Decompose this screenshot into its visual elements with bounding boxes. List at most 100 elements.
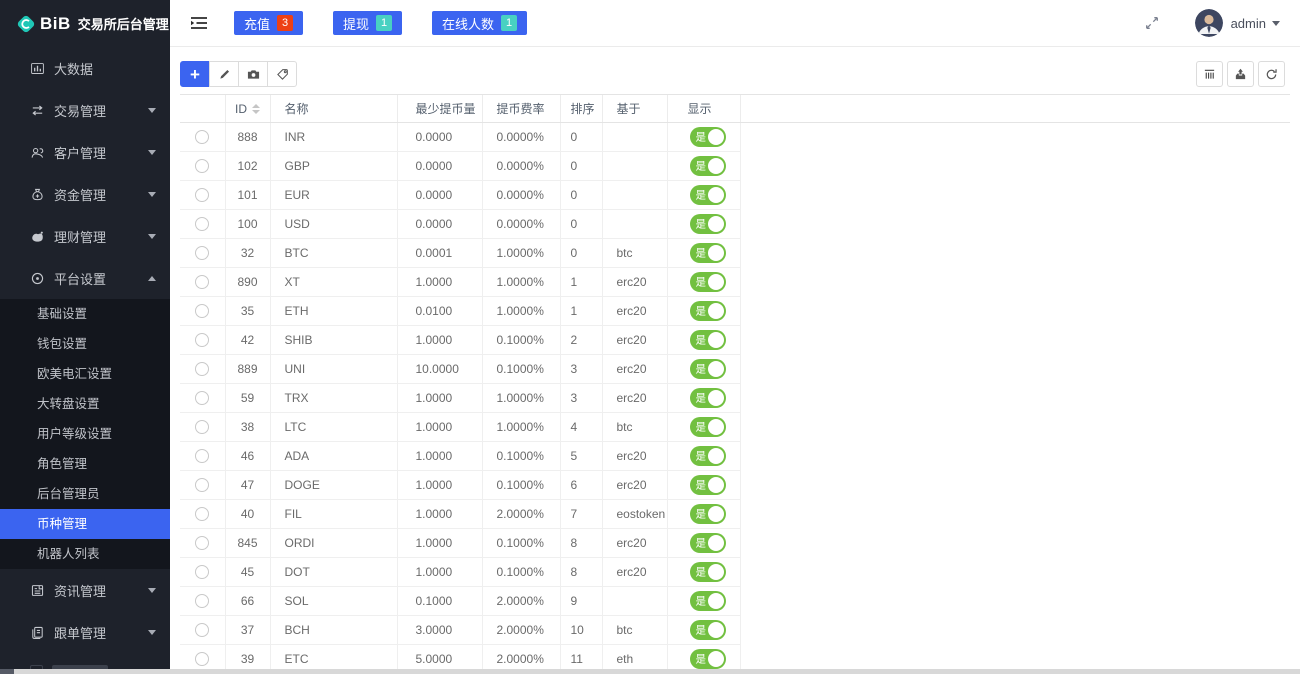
sidebar-item[interactable]: 资金管理 [0, 173, 170, 215]
display-toggle[interactable]: 是 [690, 562, 726, 582]
sidebar-subitem[interactable]: 用户等级设置 [0, 419, 170, 449]
display-toggle[interactable]: 是 [690, 475, 726, 495]
row-radio[interactable] [195, 565, 209, 579]
table-row[interactable]: 32 BTC 0.0001 1.0000% 0 btc 是 [180, 239, 1290, 268]
sidebar-item[interactable]: 大数据 [0, 47, 170, 89]
sidebar-item[interactable]: 交易管理 [0, 89, 170, 131]
display-toggle[interactable]: 是 [690, 388, 726, 408]
display-toggle[interactable]: 是 [690, 533, 726, 553]
display-toggle[interactable]: 是 [690, 127, 726, 147]
table-row[interactable]: 100 USD 0.0000 0.0000% 0 是 [180, 210, 1290, 239]
table-row[interactable]: 38 LTC 1.0000 1.0000% 4 btc 是 [180, 413, 1290, 442]
row-radio[interactable] [195, 217, 209, 231]
table-row[interactable]: 888 INR 0.0000 0.0000% 0 是 [180, 123, 1290, 152]
table-row[interactable]: 59 TRX 1.0000 1.0000% 3 erc20 是 [180, 384, 1290, 413]
edit-button[interactable] [209, 61, 239, 87]
cell-sort: 0 [560, 152, 602, 181]
table-row[interactable]: 47 DOGE 1.0000 0.1000% 6 erc20 是 [180, 471, 1290, 500]
row-radio[interactable] [195, 304, 209, 318]
topbar-button[interactable]: 充值3 [234, 11, 303, 35]
sidebar: BiB 交易所后台管理 大数据交易管理客户管理资金管理理财管理平台设置基础设置钱… [0, 0, 170, 674]
row-radio[interactable] [195, 333, 209, 347]
sidebar-item[interactable]: 客户管理 [0, 131, 170, 173]
export-button[interactable] [1227, 61, 1254, 87]
topbar-button[interactable]: 提现1 [333, 11, 402, 35]
table-row[interactable]: 845 ORDI 1.0000 0.1000% 8 erc20 是 [180, 529, 1290, 558]
table-row[interactable]: 37 BCH 3.0000 2.0000% 10 btc 是 [180, 616, 1290, 645]
row-radio[interactable] [195, 623, 209, 637]
display-toggle[interactable]: 是 [690, 446, 726, 466]
sidebar-item[interactable]: 平台设置 [0, 257, 170, 299]
sidebar-item[interactable]: 理财管理 [0, 215, 170, 257]
row-radio[interactable] [195, 275, 209, 289]
row-radio[interactable] [195, 420, 209, 434]
table-row[interactable]: 42 SHIB 1.0000 0.1000% 2 erc20 是 [180, 326, 1290, 355]
table-row[interactable]: 46 ADA 1.0000 0.1000% 5 erc20 是 [180, 442, 1290, 471]
horizontal-scrollbar[interactable] [0, 669, 1300, 674]
count-badge: 1 [376, 15, 392, 31]
fullscreen-icon[interactable] [1145, 16, 1159, 30]
user-chevron-down-icon[interactable] [1272, 21, 1280, 26]
topbar-button[interactable]: 在线人数1 [432, 11, 527, 35]
collapse-menu-icon[interactable] [190, 16, 208, 30]
refresh-button[interactable] [1258, 61, 1285, 87]
row-radio[interactable] [195, 449, 209, 463]
sidebar-item[interactable]: 资讯管理 [0, 569, 170, 611]
row-radio[interactable] [195, 507, 209, 521]
toggle-on-label: 是 [696, 362, 707, 377]
camera-button[interactable] [238, 61, 268, 87]
table-row[interactable]: 890 XT 1.0000 1.0000% 1 erc20 是 [180, 268, 1290, 297]
table-row[interactable]: 102 GBP 0.0000 0.0000% 0 是 [180, 152, 1290, 181]
display-toggle[interactable]: 是 [690, 620, 726, 640]
display-toggle[interactable]: 是 [690, 156, 726, 176]
row-radio[interactable] [195, 246, 209, 260]
display-toggle[interactable]: 是 [690, 243, 726, 263]
sidebar-subitem[interactable]: 后台管理员 [0, 479, 170, 509]
row-radio[interactable] [195, 536, 209, 550]
columns-button[interactable] [1196, 61, 1223, 87]
row-radio[interactable] [195, 478, 209, 492]
sidebar-subitem[interactable]: 基础设置 [0, 299, 170, 329]
display-toggle[interactable]: 是 [690, 504, 726, 524]
user-name[interactable]: admin [1231, 16, 1266, 31]
cell-fee: 0.0000% [482, 210, 560, 239]
row-radio[interactable] [195, 594, 209, 608]
column-header-id[interactable]: ID [225, 95, 270, 123]
display-toggle[interactable]: 是 [690, 185, 726, 205]
sidebar-subitem[interactable]: 欧美电汇设置 [0, 359, 170, 389]
table-row[interactable]: 45 DOT 1.0000 0.1000% 8 erc20 是 [180, 558, 1290, 587]
row-radio[interactable] [195, 362, 209, 376]
display-toggle[interactable]: 是 [690, 301, 726, 321]
display-toggle[interactable]: 是 [690, 272, 726, 292]
table-row[interactable]: 101 EUR 0.0000 0.0000% 0 是 [180, 181, 1290, 210]
sidebar-subitem[interactable]: 角色管理 [0, 449, 170, 479]
sidebar-subitem[interactable]: 机器人列表 [0, 539, 170, 569]
display-toggle[interactable]: 是 [690, 214, 726, 234]
cell-filler [740, 123, 1290, 152]
row-radio[interactable] [195, 188, 209, 202]
sidebar-subitem[interactable]: 大转盘设置 [0, 389, 170, 419]
add-button[interactable]: + [180, 61, 210, 87]
row-radio[interactable] [195, 130, 209, 144]
display-toggle[interactable]: 是 [690, 359, 726, 379]
tag-button[interactable] [267, 61, 297, 87]
sidebar-item[interactable]: 跟单管理 [0, 611, 170, 653]
sidebar-subitem-active[interactable]: 币种管理 [0, 509, 170, 539]
avatar[interactable] [1195, 9, 1223, 37]
table-row[interactable]: 35 ETH 0.0100 1.0000% 1 erc20 是 [180, 297, 1290, 326]
scrollbar-thumb[interactable] [0, 669, 14, 674]
row-radio[interactable] [195, 391, 209, 405]
display-toggle[interactable]: 是 [690, 417, 726, 437]
table-row[interactable]: 889 UNI 10.0000 0.1000% 3 erc20 是 [180, 355, 1290, 384]
table-row[interactable]: 40 FIL 1.0000 2.0000% 7 eostoken 是 [180, 500, 1290, 529]
cell-fee: 1.0000% [482, 413, 560, 442]
sidebar-subitem[interactable]: 钱包设置 [0, 329, 170, 359]
cell-base: erc20 [602, 529, 667, 558]
table-row[interactable]: 66 SOL 0.1000 2.0000% 9 是 [180, 587, 1290, 616]
row-radio[interactable] [195, 159, 209, 173]
display-toggle[interactable]: 是 [690, 330, 726, 350]
display-toggle[interactable]: 是 [690, 591, 726, 611]
row-radio[interactable] [195, 652, 209, 666]
display-toggle[interactable]: 是 [690, 649, 726, 669]
sort-icon[interactable] [252, 104, 260, 114]
